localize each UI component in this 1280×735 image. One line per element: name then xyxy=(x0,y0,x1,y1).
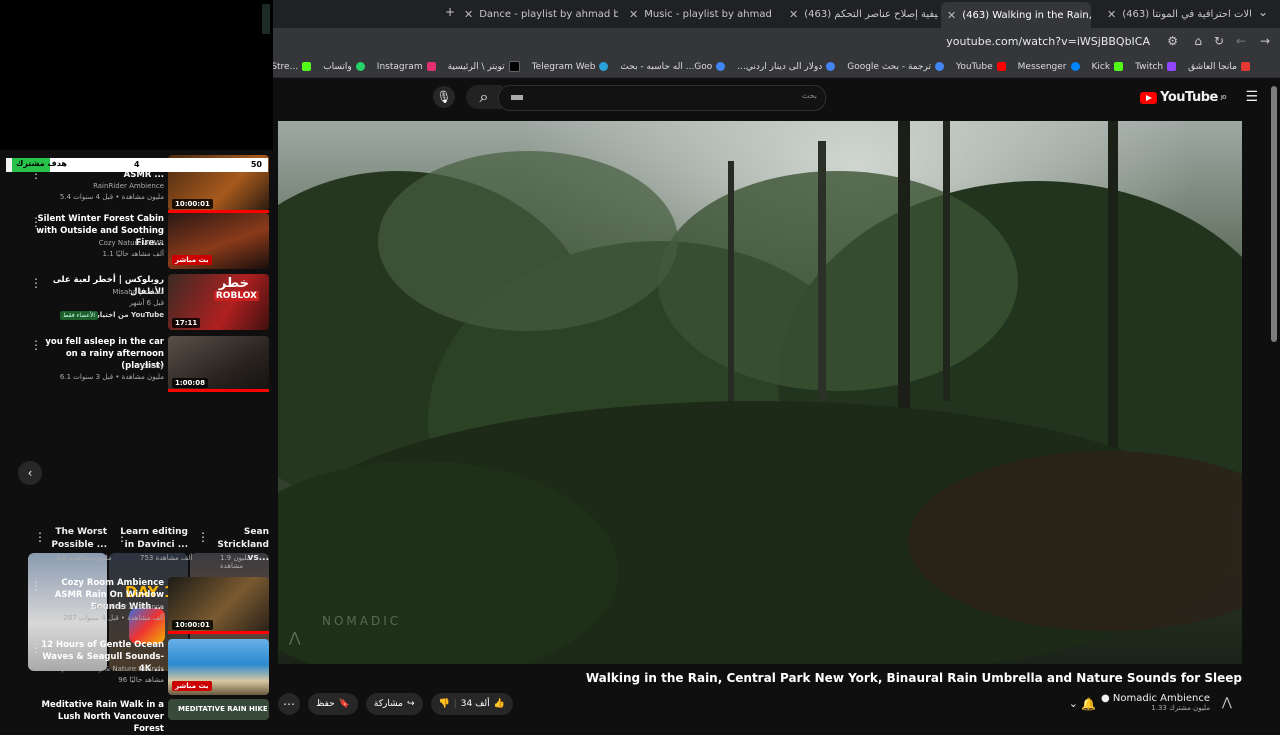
close-icon[interactable]: ✕ xyxy=(1107,8,1116,21)
kick-icon xyxy=(1114,62,1124,71)
tab-walking-in-rain[interactable]: ✕ (463) Walking in the Rain, C xyxy=(941,2,1091,28)
reload-icon[interactable]: ↻ xyxy=(1214,34,1224,48)
subscriber-count: 1.33 مليون مشترك xyxy=(1151,704,1210,712)
list-item[interactable]: Meditative Rain Walk in a Lush North Van… xyxy=(0,699,273,734)
video-title: Walking in the Rain, Central Park New Yo… xyxy=(585,671,1242,685)
bookmark-item[interactable]: مانجا العاشق xyxy=(1188,62,1250,72)
google-icon xyxy=(716,62,726,71)
close-icon[interactable]: ✕ xyxy=(947,9,956,22)
subscriber-goal-bar: هدف مشترك 4 50 xyxy=(6,158,268,172)
messenger-icon xyxy=(1070,62,1080,71)
search-icon[interactable]: ⌕ xyxy=(466,85,502,109)
video-player[interactable] xyxy=(278,121,1242,664)
telegram-icon xyxy=(599,62,609,71)
watch-progress xyxy=(168,389,269,392)
hamburger-menu-icon[interactable]: ☰ xyxy=(1245,89,1258,105)
chevron-left-icon[interactable]: ‹ xyxy=(18,461,42,485)
page-scrollbar[interactable] xyxy=(1271,86,1277,342)
verified-icon: ● xyxy=(1100,693,1110,704)
bookmark-item[interactable]: Messenger xyxy=(1018,62,1080,72)
voice-search-icon[interactable]: 🎙 xyxy=(433,86,455,108)
home-icon[interactable]: ⌂ xyxy=(1194,34,1202,48)
list-item[interactable]: ⋮ روبلوكس | أخطر لعبة على الأطفال Misaha… xyxy=(0,274,273,332)
address-bar: youtube.com/watch?v=iWSjBBQbICA ⚙ ⌂ ↻ ← … xyxy=(273,28,1280,56)
bookmark-item[interactable]: واتساب xyxy=(323,62,365,72)
tab-search-icon[interactable]: ⌄ xyxy=(1258,5,1268,19)
share-icon: ↪ xyxy=(406,699,415,709)
google-icon xyxy=(935,62,945,71)
nomadic-logo-icon: ⋀ xyxy=(289,630,301,646)
url-field[interactable]: youtube.com/watch?v=iWSjBBQbICA xyxy=(946,35,1150,48)
camera-overlay xyxy=(0,0,273,150)
youtube-logo[interactable]: YouTube JO xyxy=(1140,90,1227,105)
dislike-icon[interactable]: 👎 xyxy=(439,699,450,709)
tab-controls-fix[interactable]: ✕ (463) كيفية إصلاح عناصر التحكم xyxy=(783,4,938,24)
members-only-badge: الأعضاء فقط xyxy=(60,311,99,320)
bookmark-item[interactable]: اله حاسبه - بحث ...Goo xyxy=(620,62,726,72)
browser-tab-bar: ✕ Dance - playlist by ahmad bas ✕ Music … xyxy=(273,0,1280,28)
close-icon[interactable]: ✕ xyxy=(789,8,798,21)
bookmark-item[interactable]: Google ترجمة - بحث xyxy=(847,62,945,72)
bell-icon[interactable]: 🔔 xyxy=(1081,697,1096,711)
google-icon xyxy=(826,62,836,71)
new-tab-icon[interactable]: + xyxy=(445,5,455,19)
watch-progress xyxy=(168,631,269,634)
tab-pro-transitions[interactable]: ✕ (463) انتقالات احترافية في المونتا xyxy=(1101,4,1251,24)
bookmark-item[interactable]: (1) Dashboard / Stre... xyxy=(273,62,312,72)
close-icon[interactable]: ✕ xyxy=(464,8,473,21)
video-actions: ⋯ حفظ 🔖 مشاركة ↪ 👎 | 34 ألف 👍 xyxy=(278,693,513,715)
bookmark-favicon xyxy=(1241,62,1250,71)
bookmark-item[interactable]: Instagram xyxy=(377,62,436,72)
search-input[interactable]: بحث xyxy=(498,85,826,111)
tab-music-playlist[interactable]: ✕ Music - playlist by ahmad bas xyxy=(623,4,773,24)
bookmark-item[interactable]: Telegram Web xyxy=(532,62,609,72)
twitch-icon xyxy=(1167,62,1177,71)
related-videos-sidebar: ⋮ Cozy room ambience ASMR ... RainRider … xyxy=(0,150,273,734)
list-item[interactable]: ⋮ you fell asleep in the car on a rainy … xyxy=(0,336,273,394)
video-watermark: NOMADIC xyxy=(322,614,402,628)
share-button[interactable]: مشاركة ↪ xyxy=(365,693,423,715)
channel-name[interactable]: Nomadic Ambience xyxy=(1113,693,1210,704)
youtube-icon xyxy=(996,62,1006,71)
forward-icon[interactable]: ← xyxy=(1236,34,1246,48)
bookmark-item[interactable]: Kick xyxy=(1092,62,1124,72)
instagram-icon xyxy=(426,62,436,71)
site-settings-icon[interactable]: ⚙ xyxy=(1167,34,1178,48)
keyboard-icon[interactable] xyxy=(511,95,523,100)
whatsapp-icon xyxy=(355,62,365,71)
video-thumbnail[interactable]: MEDITATIVE RAIN HIKE xyxy=(168,699,269,720)
bookmark-icon: 🔖 xyxy=(338,699,350,709)
bookmarks-bar: مانجا العاشق Twitch Kick Messenger YouTu… xyxy=(273,56,1280,78)
tab-dance-playlist[interactable]: ✕ Dance - playlist by ahmad bas xyxy=(458,4,618,24)
list-item[interactable]: ⋮ Silent Winter Forest Cabin with Outsid… xyxy=(0,213,273,271)
list-item[interactable]: ⋮ 12 Hours of Gentle Ocean Waves & Seagu… xyxy=(0,639,273,697)
close-icon[interactable]: ✕ xyxy=(629,8,638,21)
video-frame-forest xyxy=(278,121,1242,664)
search-placeholder: بحث xyxy=(801,91,817,100)
channel-avatar[interactable]: ⋀ xyxy=(1222,695,1238,711)
bookmark-item[interactable]: Twitch xyxy=(1135,62,1177,72)
like-count: 34 ألف xyxy=(460,699,490,709)
more-actions-icon[interactable]: ⋯ xyxy=(278,693,300,715)
bookmark-item[interactable]: ...دولار الى دينار اردني xyxy=(737,62,836,72)
like-icon[interactable]: 👍 xyxy=(494,699,505,709)
save-button[interactable]: حفظ 🔖 xyxy=(308,693,358,715)
bookmark-item[interactable]: تويتر \ الرئيسية xyxy=(448,61,520,72)
kick-icon xyxy=(302,62,312,71)
chevron-down-icon[interactable]: ⌄ xyxy=(1069,697,1078,710)
youtube-play-icon xyxy=(1140,91,1158,104)
x-icon xyxy=(508,61,520,72)
back-icon[interactable]: → xyxy=(1260,34,1270,48)
like-dislike-group: 👎 | 34 ألف 👍 xyxy=(430,693,513,715)
bookmark-item[interactable]: YouTube xyxy=(956,62,1006,72)
list-item[interactable]: ⋮ Cozy Room Ambience ASMR Rain On Window… xyxy=(0,577,273,635)
channel-info[interactable]: ● Nomadic Ambience 1.33 مليون مشترك xyxy=(1101,693,1210,712)
